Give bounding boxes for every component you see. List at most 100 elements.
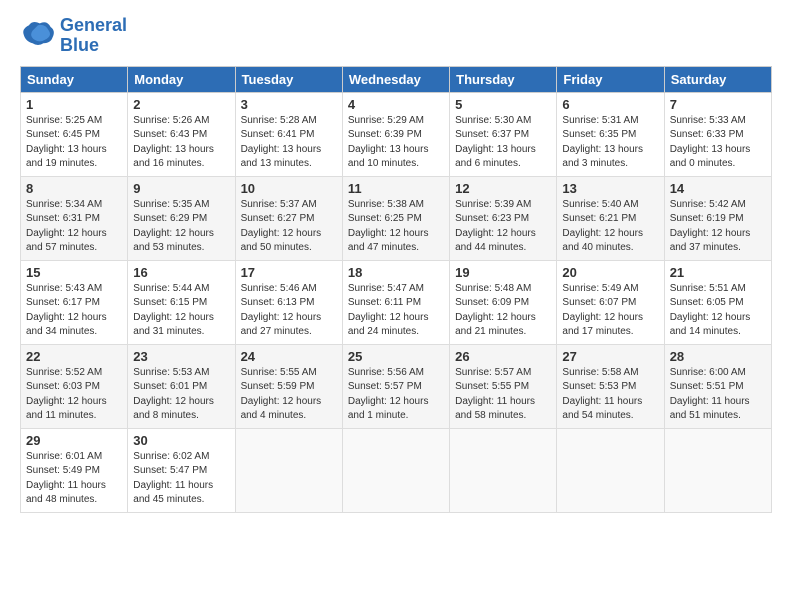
day-number: 15: [26, 265, 122, 280]
day-cell: 29 Sunrise: 6:01 AM Sunset: 5:49 PM Dayli…: [21, 428, 128, 512]
day-cell: [557, 428, 664, 512]
day-info: Sunrise: 5:39 AM Sunset: 6:23 PM Dayligh…: [455, 198, 551, 256]
day-info: Sunrise: 5:37 AM Sunset: 6:27 PM Dayligh…: [241, 198, 337, 256]
logo-text: General Blue: [60, 16, 127, 56]
day-number: 5: [455, 97, 551, 112]
day-cell: [235, 428, 342, 512]
day-info: Sunrise: 5:34 AM Sunset: 6:31 PM Dayligh…: [26, 198, 122, 256]
day-cell: 20Sunrise: 5:49 AM Sunset: 6:07 PM Dayli…: [557, 260, 664, 344]
day-cell: 6 Sunrise: 5:31 AM Sunset: 6:35 PM Daylig…: [557, 92, 664, 176]
day-number: 28: [670, 349, 766, 364]
day-cell: 17 Sunrise: 5:46 AM Sunset: 6:13 PM Dayli…: [235, 260, 342, 344]
day-number: 8: [26, 181, 122, 196]
day-info: Sunrise: 5:47 AM Sunset: 6:11 PM Dayligh…: [348, 282, 444, 340]
day-info: Sunrise: 5:30 AM Sunset: 6:37 PM Dayligh…: [455, 114, 551, 172]
day-number: 23: [133, 349, 229, 364]
week-row-4: 22 Sunrise: 5:52 AM Sunset: 6:03 PM Dayli…: [21, 344, 772, 428]
header-tuesday: Tuesday: [235, 66, 342, 92]
day-info: Sunrise: 5:55 AM Sunset: 5:59 PM Dayligh…: [241, 366, 337, 424]
day-number: 1: [26, 97, 122, 112]
day-number: 26: [455, 349, 551, 364]
day-info: Sunrise: 5:56 AM Sunset: 5:57 PM Dayligh…: [348, 366, 444, 424]
weekday-header-row: Sunday Monday Tuesday Wednesday Thursday…: [21, 66, 772, 92]
day-cell: 7Sunrise: 5:33 AM Sunset: 6:33 PM Daylig…: [664, 92, 771, 176]
day-number: 7: [670, 97, 766, 112]
day-number: 2: [133, 97, 229, 112]
day-cell: [450, 428, 557, 512]
day-cell: 18 Sunrise: 5:47 AM Sunset: 6:11 PM Dayli…: [342, 260, 449, 344]
day-number: 18: [348, 265, 444, 280]
day-info: Sunrise: 5:53 AM Sunset: 6:01 PM Dayligh…: [133, 366, 229, 424]
day-cell: 28Sunrise: 6:00 AM Sunset: 5:51 PM Dayli…: [664, 344, 771, 428]
day-cell: 21 Sunrise: 5:51 AM Sunset: 6:05 PM Dayli…: [664, 260, 771, 344]
day-cell: 2 Sunrise: 5:26 AM Sunset: 6:43 PM Daylig…: [128, 92, 235, 176]
day-cell: 24 Sunrise: 5:55 AM Sunset: 5:59 PM Dayli…: [235, 344, 342, 428]
header-friday: Friday: [557, 66, 664, 92]
day-number: 10: [241, 181, 337, 196]
day-cell: 13 Sunrise: 5:40 AM Sunset: 6:21 PM Dayli…: [557, 176, 664, 260]
day-info: Sunrise: 5:48 AM Sunset: 6:09 PM Dayligh…: [455, 282, 551, 340]
day-number: 30: [133, 433, 229, 448]
page: General Blue Sunday Monday Tuesday Wedne…: [0, 0, 792, 612]
day-info: Sunrise: 5:43 AM Sunset: 6:17 PM Dayligh…: [26, 282, 122, 340]
day-cell: 4 Sunrise: 5:29 AM Sunset: 6:39 PM Daylig…: [342, 92, 449, 176]
day-cell: 3Sunrise: 5:28 AM Sunset: 6:41 PM Daylig…: [235, 92, 342, 176]
day-number: 6: [562, 97, 658, 112]
day-cell: 11Sunrise: 5:38 AM Sunset: 6:25 PM Dayli…: [342, 176, 449, 260]
day-info: Sunrise: 5:57 AM Sunset: 5:55 PM Dayligh…: [455, 366, 551, 424]
day-cell: 16 Sunrise: 5:44 AM Sunset: 6:15 PM Dayli…: [128, 260, 235, 344]
day-number: 13: [562, 181, 658, 196]
day-cell: 25 Sunrise: 5:56 AM Sunset: 5:57 PM Dayli…: [342, 344, 449, 428]
header: General Blue: [20, 16, 772, 56]
day-cell: 19Sunrise: 5:48 AM Sunset: 6:09 PM Dayli…: [450, 260, 557, 344]
day-info: Sunrise: 5:46 AM Sunset: 6:13 PM Dayligh…: [241, 282, 337, 340]
header-sunday: Sunday: [21, 66, 128, 92]
day-info: Sunrise: 5:51 AM Sunset: 6:05 PM Dayligh…: [670, 282, 766, 340]
header-thursday: Thursday: [450, 66, 557, 92]
day-info: Sunrise: 5:40 AM Sunset: 6:21 PM Dayligh…: [562, 198, 658, 256]
day-number: 25: [348, 349, 444, 364]
day-info: Sunrise: 5:35 AM Sunset: 6:29 PM Dayligh…: [133, 198, 229, 256]
day-number: 17: [241, 265, 337, 280]
day-info: Sunrise: 5:44 AM Sunset: 6:15 PM Dayligh…: [133, 282, 229, 340]
week-row-3: 15 Sunrise: 5:43 AM Sunset: 6:17 PM Dayli…: [21, 260, 772, 344]
day-info: Sunrise: 5:29 AM Sunset: 6:39 PM Dayligh…: [348, 114, 444, 172]
day-cell: 30 Sunrise: 6:02 AM Sunset: 5:47 PM Dayli…: [128, 428, 235, 512]
day-cell: [664, 428, 771, 512]
day-cell: 23 Sunrise: 5:53 AM Sunset: 6:01 PM Dayli…: [128, 344, 235, 428]
day-number: 12: [455, 181, 551, 196]
day-cell: 10 Sunrise: 5:37 AM Sunset: 6:27 PM Dayli…: [235, 176, 342, 260]
day-info: Sunrise: 5:38 AM Sunset: 6:25 PM Dayligh…: [348, 198, 444, 256]
day-cell: 14Sunrise: 5:42 AM Sunset: 6:19 PM Dayli…: [664, 176, 771, 260]
day-number: 9: [133, 181, 229, 196]
day-number: 27: [562, 349, 658, 364]
day-info: Sunrise: 6:01 AM Sunset: 5:49 PM Dayligh…: [26, 450, 122, 508]
header-wednesday: Wednesday: [342, 66, 449, 92]
header-saturday: Saturday: [664, 66, 771, 92]
day-cell: 9 Sunrise: 5:35 AM Sunset: 6:29 PM Daylig…: [128, 176, 235, 260]
day-info: Sunrise: 6:02 AM Sunset: 5:47 PM Dayligh…: [133, 450, 229, 508]
day-number: 22: [26, 349, 122, 364]
day-number: 4: [348, 97, 444, 112]
day-cell: 8 Sunrise: 5:34 AM Sunset: 6:31 PM Daylig…: [21, 176, 128, 260]
day-cell: [342, 428, 449, 512]
day-number: 3: [241, 97, 337, 112]
logo: General Blue: [20, 16, 127, 56]
day-number: 29: [26, 433, 122, 448]
day-number: 21: [670, 265, 766, 280]
calendar: Sunday Monday Tuesday Wednesday Thursday…: [20, 66, 772, 513]
week-row-5: 29 Sunrise: 6:01 AM Sunset: 5:49 PM Dayli…: [21, 428, 772, 512]
day-number: 14: [670, 181, 766, 196]
day-number: 16: [133, 265, 229, 280]
day-cell: 22 Sunrise: 5:52 AM Sunset: 6:03 PM Dayli…: [21, 344, 128, 428]
day-number: 24: [241, 349, 337, 364]
day-info: Sunrise: 5:52 AM Sunset: 6:03 PM Dayligh…: [26, 366, 122, 424]
day-info: Sunrise: 5:58 AM Sunset: 5:53 PM Dayligh…: [562, 366, 658, 424]
day-cell: 27 Sunrise: 5:58 AM Sunset: 5:53 PM Dayli…: [557, 344, 664, 428]
day-info: Sunrise: 5:26 AM Sunset: 6:43 PM Dayligh…: [133, 114, 229, 172]
day-cell: 1 Sunrise: 5:25 AM Sunset: 6:45 PM Daylig…: [21, 92, 128, 176]
day-cell: 15 Sunrise: 5:43 AM Sunset: 6:17 PM Dayli…: [21, 260, 128, 344]
day-info: Sunrise: 5:25 AM Sunset: 6:45 PM Dayligh…: [26, 114, 122, 172]
week-row-1: 1 Sunrise: 5:25 AM Sunset: 6:45 PM Daylig…: [21, 92, 772, 176]
day-info: Sunrise: 5:31 AM Sunset: 6:35 PM Dayligh…: [562, 114, 658, 172]
